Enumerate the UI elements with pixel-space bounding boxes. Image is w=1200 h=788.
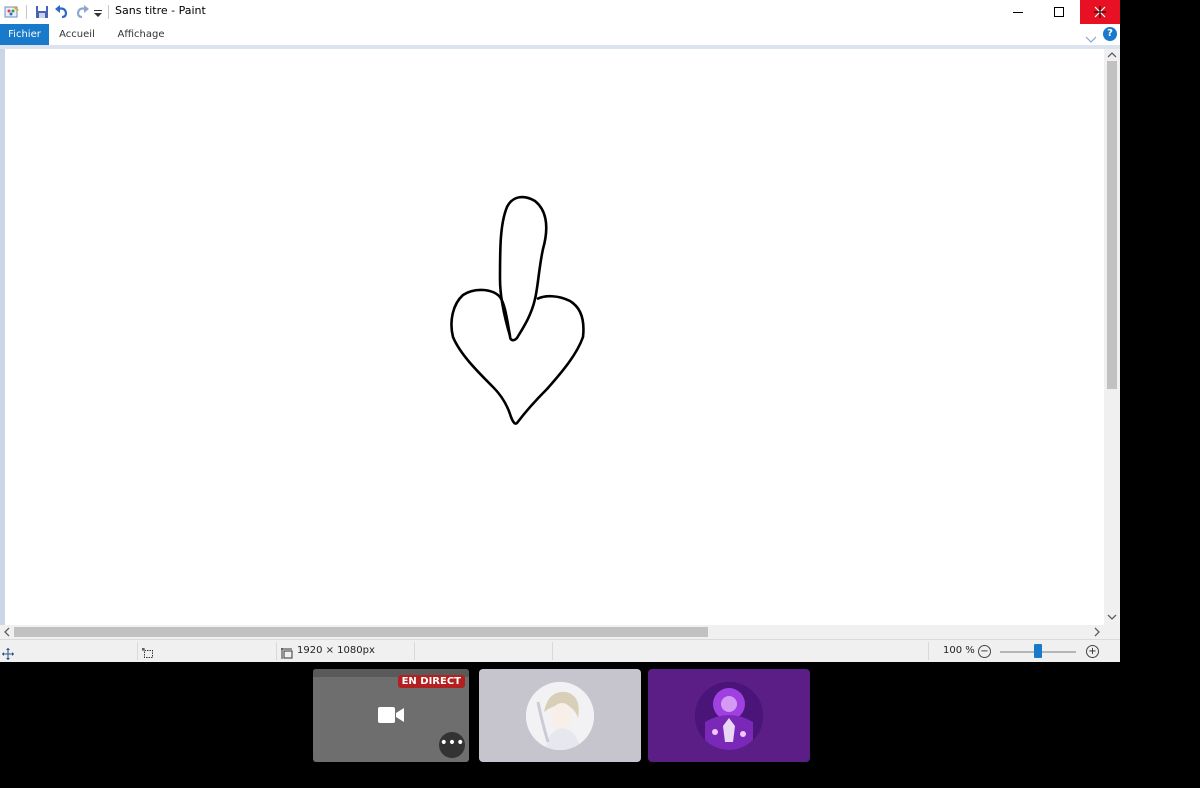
drawing-canvas[interactable] xyxy=(5,49,1104,625)
maximize-icon xyxy=(1054,7,1064,17)
live-badge: EN DIRECT xyxy=(397,675,465,688)
horizontal-scroll-thumb[interactable] xyxy=(14,627,708,637)
image-size-icon xyxy=(281,645,293,662)
scrollbar-corner xyxy=(1104,625,1120,639)
vertical-scrollbar[interactable] xyxy=(1104,49,1120,625)
zoom-slider-thumb[interactable] xyxy=(1034,644,1042,658)
title-bar: Sans titre - Paint xyxy=(0,0,1120,24)
close-icon xyxy=(1094,6,1106,18)
customize-dropdown-icon[interactable] xyxy=(93,4,109,20)
zoom-in-button[interactable]: + xyxy=(1086,645,1099,658)
heart-drawing xyxy=(450,195,585,425)
scroll-down-icon[interactable] xyxy=(1107,612,1117,625)
paint-app-icon[interactable] xyxy=(4,4,20,20)
maximize-button[interactable] xyxy=(1039,0,1079,24)
qat-separator xyxy=(108,5,109,19)
canvas-workspace xyxy=(0,49,1104,625)
vertical-scroll-thumb[interactable] xyxy=(1107,61,1117,389)
status-separator xyxy=(414,642,415,660)
ribbon-tabs: Fichier Accueil Affichage ? xyxy=(0,24,1120,46)
cursor-position-icon xyxy=(2,645,14,662)
avatar xyxy=(695,682,763,750)
status-separator xyxy=(552,642,553,660)
tab-accueil[interactable]: Accueil xyxy=(52,24,102,46)
tab-affichage[interactable]: Affichage xyxy=(110,24,172,46)
undo-icon[interactable] xyxy=(54,4,70,20)
horizontal-scrollbar[interactable] xyxy=(0,625,1104,639)
minimize-icon xyxy=(1013,12,1023,13)
redo-icon[interactable] xyxy=(74,4,90,20)
zoom-out-button[interactable]: − xyxy=(978,645,991,658)
status-separator xyxy=(137,642,138,660)
video-tile-self[interactable]: EN DIRECT ••• xyxy=(313,669,469,762)
image-size-text: 1920 × 1080px xyxy=(297,645,375,656)
status-bar: 1920 × 1080px 100 % − + xyxy=(0,639,1120,662)
save-icon[interactable] xyxy=(34,4,50,20)
minimize-button[interactable] xyxy=(998,0,1038,24)
close-button[interactable] xyxy=(1080,0,1120,24)
qat-separator xyxy=(26,5,27,19)
zoom-level-text: 100 % xyxy=(943,645,975,656)
status-separator xyxy=(276,642,277,660)
video-camera-icon xyxy=(378,705,404,729)
more-options-button[interactable]: ••• xyxy=(439,732,465,758)
selection-size-icon xyxy=(142,645,154,662)
paint-window: Sans titre - Paint Fichier Accueil Affic… xyxy=(0,0,1120,662)
avatar xyxy=(526,682,594,750)
tab-fichier[interactable]: Fichier xyxy=(0,24,49,46)
status-separator xyxy=(928,642,929,660)
help-icon[interactable]: ? xyxy=(1103,27,1117,41)
window-title: Sans titre - Paint xyxy=(115,4,206,17)
participant-tile-1[interactable] xyxy=(479,669,641,762)
participant-tile-2[interactable] xyxy=(648,669,810,762)
